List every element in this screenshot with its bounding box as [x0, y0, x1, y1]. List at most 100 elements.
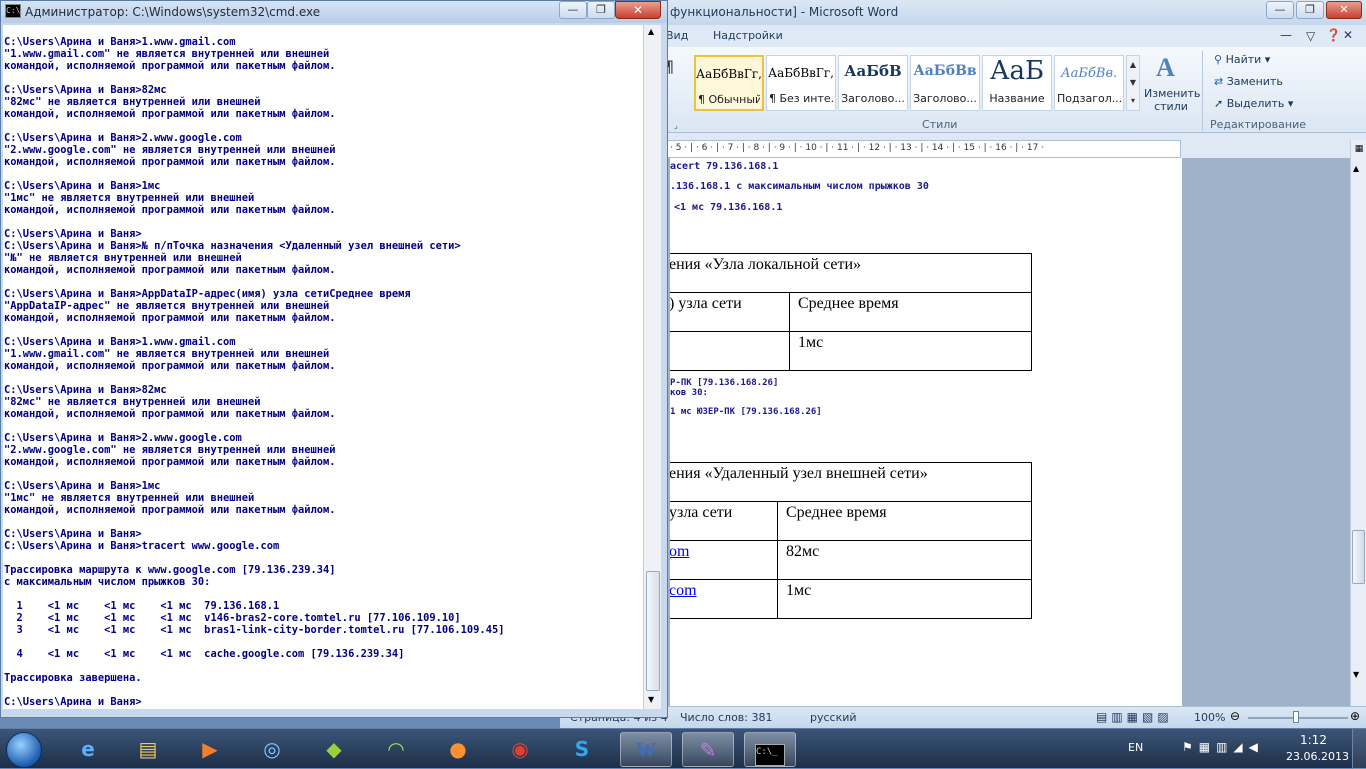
- remote-network-table: ения «Удаленный узел внешней сети» узла …: [670, 462, 1032, 619]
- clock-date[interactable]: 23.06.2013: [1286, 750, 1349, 763]
- binoculars-icon: ⚲: [1214, 53, 1226, 66]
- edit-group-label: Редактирование: [1210, 118, 1306, 131]
- table-cell: om: [670, 540, 778, 580]
- word-title: функциональности] - Microsoft Word: [670, 5, 899, 19]
- table-cell: 1мс: [789, 331, 1032, 371]
- cmd-scrollbar[interactable]: ▲ ▼: [643, 25, 661, 709]
- onenote-taskbar-button[interactable]: ✎: [682, 732, 734, 767]
- cmd-close-button[interactable]: ✕: [615, 1, 661, 19]
- select-button[interactable]: ➚ Выделить ▾: [1214, 97, 1293, 110]
- replace-button[interactable]: ⇄ Заменить: [1214, 75, 1283, 88]
- styles-scroll[interactable]: ▲ ▼ ▾: [1126, 55, 1140, 111]
- cursor-icon: ➚: [1214, 97, 1227, 110]
- style-no-spacing[interactable]: АаБбВвГг, ¶ Без инте...: [766, 55, 836, 111]
- vertical-scrollbar[interactable]: ▦ ▲ ▼: [1350, 140, 1366, 706]
- close-button[interactable]: ✕: [1326, 1, 1362, 19]
- style-heading2[interactable]: АаБбВв Заголово...: [910, 55, 980, 111]
- skype-icon[interactable]: S: [556, 732, 608, 767]
- word-titlebar[interactable]: функциональности] - Microsoft Word — ❐ ✕: [560, 0, 1366, 25]
- ribbon-tabs: Вид Надстройки ▽ ❓ — ✕: [560, 25, 1366, 47]
- style-heading1[interactable]: АаБбВ Заголово...: [838, 55, 908, 111]
- table-header: ения «Узла локальной сети»: [670, 253, 1032, 293]
- table-cell: Среднее время: [789, 292, 1032, 332]
- doc-line: acert 79.136.168.1: [670, 161, 779, 172]
- doc-line: 1 мс ЮЗЕР-ПК [79.136.168.26]: [670, 407, 822, 417]
- shield-app-icon[interactable]: ◆: [308, 732, 360, 767]
- status-words[interactable]: Число слов: 381: [680, 711, 773, 724]
- cmd-maximize-button[interactable]: ❐: [587, 1, 615, 19]
- firefox-icon[interactable]: ●: [432, 732, 484, 767]
- table-cell: 1мс: [777, 579, 1032, 619]
- scroll-up-icon[interactable]: ▲: [648, 27, 654, 36]
- replace-icon: ⇄: [1214, 75, 1227, 88]
- styles-group-label: Стили: [922, 118, 958, 131]
- local-network-table: ения «Узла локальной сети» ) узла сети Ср…: [670, 253, 1032, 371]
- link[interactable]: om: [670, 543, 689, 560]
- cmd-titlebar[interactable]: C:\ Администратор: C:\Windows\system32\c…: [1, 1, 667, 23]
- table-cell: Среднее время: [777, 501, 1032, 541]
- cmd-icon: C:\: [5, 4, 21, 18]
- table-cell: 82мс: [777, 540, 1032, 580]
- zoom-out-icon[interactable]: ⊖: [1230, 709, 1240, 723]
- link[interactable]: com: [670, 582, 697, 599]
- doc-line: Р-ПК [79.136.168.26]: [670, 378, 779, 388]
- word-window: функциональности] - Microsoft Word — ❐ ✕…: [560, 0, 1366, 728]
- start-button[interactable]: [6, 732, 42, 768]
- word-taskbar-button[interactable]: W: [620, 732, 672, 767]
- wifi-app-icon[interactable]: ◠: [370, 732, 422, 767]
- minimize-button[interactable]: —: [1266, 1, 1294, 19]
- network-app-icon[interactable]: ◎: [246, 732, 298, 767]
- ruler-toggle-icon[interactable]: ▦: [1353, 144, 1365, 156]
- media-player-icon[interactable]: ▶: [184, 732, 236, 767]
- tab-view[interactable]: Вид: [666, 29, 688, 42]
- dialog-launcher-icon[interactable]: ⌟: [674, 121, 678, 130]
- cmd-minimize-button[interactable]: —: [559, 1, 587, 19]
- tray-icons[interactable]: ⚑▦▥◢◀: [1182, 740, 1264, 754]
- style-normal[interactable]: АаБбВвГг, ¶ Обычный: [694, 55, 764, 111]
- doc-line: <1 мс 79.136.168.1: [674, 202, 783, 213]
- status-language[interactable]: русский: [810, 711, 857, 724]
- zoom-level[interactable]: 100%: [1194, 711, 1225, 724]
- taskbar: e ▤ ▶ ◎ ◆ ◠ ● ◉ S W ✎ C:\_ EN ⚑▦▥◢◀ 1:12…: [0, 728, 1366, 769]
- ie-icon[interactable]: e: [62, 732, 114, 767]
- cmd-window: C:\ Администратор: C:\Windows\system32\c…: [0, 0, 668, 718]
- scroll-thumb[interactable]: [1352, 530, 1365, 584]
- group-divider: [1202, 51, 1203, 131]
- horizontal-ruler[interactable]: · 5 · | · 6 · | · 7 · | · 8 · | · 9 · | …: [665, 140, 1181, 158]
- doc-line: .136.168.1 с максимальным числом прыжков…: [670, 181, 929, 192]
- style-subtitle[interactable]: АаБбВв. Подзагол...: [1054, 55, 1124, 111]
- cmd-console[interactable]: C:\Users\Арина и Ваня>1.www.gmail.com "1…: [3, 25, 643, 709]
- help-icon[interactable]: ❓: [1326, 28, 1341, 42]
- clock-time[interactable]: 1:12: [1300, 733, 1327, 747]
- table-cell: [670, 331, 790, 371]
- table-cell: ) узла сети: [670, 292, 790, 332]
- view-buttons[interactable]: ▤▥▦▧▨: [1096, 710, 1173, 724]
- scroll-down-icon[interactable]: ▼: [648, 695, 654, 704]
- document-page[interactable]: acert 79.136.168.1 .136.168.1 с максимал…: [670, 158, 1182, 706]
- cmd-taskbar-button[interactable]: C:\_: [744, 732, 796, 767]
- table-cell: com: [670, 579, 778, 619]
- ribbon-minimize-icon[interactable]: ▽: [1306, 29, 1315, 43]
- language-indicator[interactable]: EN: [1128, 741, 1143, 754]
- cmd-output: C:\Users\Арина и Ваня>1.www.gmail.com "1…: [4, 36, 505, 708]
- zoom-in-icon[interactable]: ⊕: [1350, 709, 1360, 723]
- doc-line: ков 30:: [670, 388, 708, 398]
- show-desktop-button[interactable]: [1352, 729, 1366, 769]
- chrome-icon[interactable]: ◉: [494, 732, 546, 767]
- change-styles-button[interactable]: Изменить стили: [1144, 87, 1200, 113]
- status-bar: Страница: 4 из 4 Число слов: 381 русский…: [560, 706, 1366, 728]
- doc-minimize-icon[interactable]: —: [1280, 28, 1292, 42]
- scroll-up-icon[interactable]: ▲: [1353, 164, 1359, 173]
- scroll-down-icon[interactable]: ▼: [1353, 670, 1359, 679]
- zoom-slider-thumb[interactable]: [1293, 711, 1299, 723]
- cmd-scroll-thumb[interactable]: [646, 571, 660, 691]
- ribbon: ¶ АаБбВвГг, ¶ Обычный АаБбВвГг, ¶ Без ин…: [560, 47, 1366, 133]
- tab-addins[interactable]: Надстройки: [713, 29, 783, 42]
- find-button[interactable]: ⚲ Найти ▾: [1214, 53, 1270, 66]
- explorer-icon[interactable]: ▤: [122, 732, 174, 767]
- change-styles-icon[interactable]: A: [1156, 53, 1184, 83]
- maximize-button[interactable]: ❐: [1296, 1, 1324, 19]
- cmd-title: Администратор: C:\Windows\system32\cmd.e…: [25, 5, 321, 19]
- style-title[interactable]: АаБ Название: [982, 55, 1052, 111]
- doc-close-icon[interactable]: ✕: [1343, 28, 1353, 42]
